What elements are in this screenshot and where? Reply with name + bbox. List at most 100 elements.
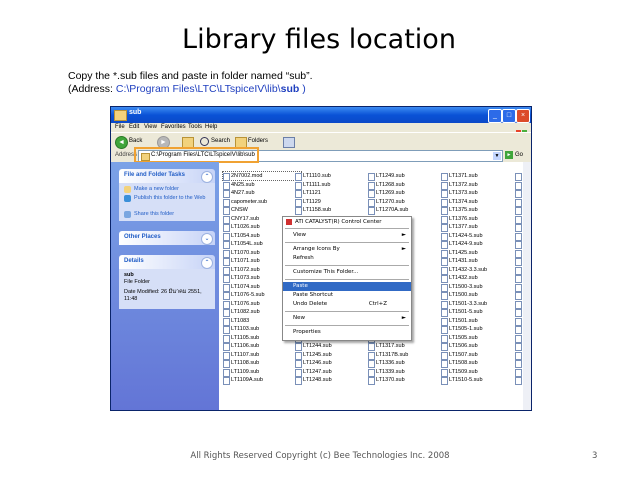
file-name[interactable]: LT1510-5.sub [449,376,483,384]
file-name[interactable]: LT1105.sub [231,334,259,342]
file-name[interactable]: CNSW [231,206,248,214]
file-name[interactable]: LT1432-3.3.sub [449,266,487,274]
expand-icon[interactable]: ⌄ [201,233,213,245]
task-share-label[interactable]: Share this folder [134,211,174,218]
file-name[interactable]: LT1374.sub [449,198,478,206]
menu-item-view[interactable]: View ► [283,231,411,240]
file-name[interactable]: LT1339.sub [376,368,405,376]
scrollbar[interactable] [523,162,531,410]
file-name[interactable]: LT1248.sub [303,376,332,384]
file-item[interactable]: LT1108.sub [223,359,301,368]
file-name[interactable]: LT1501-5.sub [449,308,483,316]
file-name[interactable]: LT1244.sub [303,342,332,350]
file-name[interactable]: capometer.sub [231,198,267,206]
file-item[interactable]: LT1501-3.3.sub [441,300,519,309]
file-name[interactable]: LT1431.sub [449,257,478,265]
file-name[interactable]: LT1072.sub [231,266,260,274]
file-item[interactable]: 4N25.sub [223,181,301,190]
file-item[interactable]: LT1249.sub [368,172,446,181]
file-name[interactable]: LT1106.sub [231,342,259,350]
file-item[interactable]: LT1506.sub [441,342,519,351]
file-item[interactable]: LT1505.sub [441,334,519,343]
menu-tools[interactable]: Tools [188,124,202,130]
file-item[interactable]: LT1500.sub [441,291,519,300]
file-name[interactable]: LT1070.sub [231,249,260,257]
file-item[interactable]: LT1109.sub [223,368,301,377]
file-item[interactable]: LT1247.sub [295,368,373,377]
file-name[interactable]: LT1371.sub [449,172,478,180]
file-name[interactable]: LT1377.sub [449,223,478,231]
file-item[interactable]: LT1370.sub [368,376,446,385]
file-item[interactable]: 2N7002.mod [222,171,302,181]
file-name[interactable]: LT1083 [231,317,249,325]
menu-item-paste-shortcut[interactable]: Paste Shortcut [283,291,411,300]
file-name[interactable]: LT1501.sub [449,317,478,325]
menu-item-arrange[interactable]: Arrange Icons By ► [283,245,411,254]
file-item[interactable]: LT1424-5.sub [441,232,519,241]
file-name[interactable]: LT1054L.sub [231,240,263,248]
file-name[interactable]: LT1425.sub [449,249,478,257]
file-name[interactable]: LT1505-1.sub [449,325,483,333]
context-header[interactable]: ATI CATALYST(R) Control Center [283,217,411,227]
file-item[interactable]: LT1110.sub [295,172,373,181]
menu-item-properties[interactable]: Properties [283,328,411,337]
file-name[interactable]: 4N27.sub [231,189,255,197]
menu-item-undo[interactable]: Undo Delete Ctrl+Z [283,300,411,309]
menu-edit[interactable]: Edit [129,124,139,130]
file-name[interactable]: LT1245.sub [303,351,332,359]
file-item[interactable]: LT1129 [295,198,373,207]
file-item[interactable]: LT1270.sub [368,198,446,207]
file-item[interactable]: LT1107.sub [223,351,301,360]
go-label[interactable]: Go [515,152,523,158]
file-item[interactable]: CNSW [223,206,301,215]
file-name[interactable]: LT1432.sub [449,274,478,282]
file-name[interactable]: LT1506.sub [449,342,478,350]
file-name[interactable]: LT1073.sub [231,274,260,282]
file-item[interactable]: LT1245.sub [295,351,373,360]
file-name[interactable]: 2N7002.mod [231,172,263,180]
collapse-icon[interactable]: ⌃ [201,257,213,269]
maximize-button[interactable]: □ [502,109,516,123]
file-name[interactable]: LT1500.sub [449,291,478,299]
file-item[interactable]: LT1372.sub [441,181,519,190]
menu-help[interactable]: Help [205,124,217,130]
file-name[interactable]: CNY17.sub [231,215,259,223]
file-item[interactable]: LT1424-9.sub [441,240,519,249]
folders-label[interactable]: Folders [248,138,268,144]
file-name[interactable]: LT1268.sub [376,181,405,189]
file-name[interactable]: LT1103.sub [231,325,259,333]
file-item[interactable]: LT1373.sub [441,189,519,198]
file-name[interactable]: LT1270.sub [376,198,405,206]
file-item[interactable]: capometer.sub [223,198,301,207]
file-name[interactable]: LT1109A.sub [231,376,263,384]
file-name[interactable]: LT1505.sub [449,334,478,342]
menu-item-new[interactable]: New ► [283,314,411,323]
details-header[interactable]: Details ⌃ [119,255,215,269]
file-item[interactable]: LT1339.sub [368,368,446,377]
back-label[interactable]: Back [129,138,142,144]
file-name[interactable]: LT1501-3.3.sub [449,300,487,308]
file-item[interactable]: LT1505-1.sub [441,325,519,334]
file-name[interactable]: LT1071.sub [231,257,260,265]
menu-item-paste[interactable]: Paste [283,282,411,291]
file-item[interactable]: LT1507.sub [441,351,519,360]
file-name[interactable]: LT1372.sub [449,181,478,189]
file-name[interactable]: LT1109.sub [231,368,259,376]
file-name[interactable]: LT1270A.sub [376,206,408,214]
file-item[interactable]: LT1509.sub [441,368,519,377]
file-name[interactable]: LT1076.sub [231,300,260,308]
file-item[interactable]: LT1510-5.sub [441,376,519,385]
file-name[interactable]: LT1108.sub [231,359,259,367]
file-name[interactable]: LT1247.sub [303,368,332,376]
file-name[interactable]: LT1121 [303,189,321,197]
file-name[interactable]: 4N25.sub [231,181,255,189]
file-name[interactable]: LT1110.sub [303,172,331,180]
close-button[interactable]: × [516,109,530,123]
file-name[interactable]: LT1507.sub [449,351,478,359]
task-new-folder-label[interactable]: Make a new folder [134,186,179,193]
back-arrow-icon[interactable]: ◄ [115,136,128,149]
file-item[interactable]: LT1431.sub [441,257,519,266]
file-item[interactable]: LT1106.sub [223,342,301,351]
file-item[interactable]: LT1269.sub [368,189,446,198]
file-item[interactable]: LT1374.sub [441,198,519,207]
